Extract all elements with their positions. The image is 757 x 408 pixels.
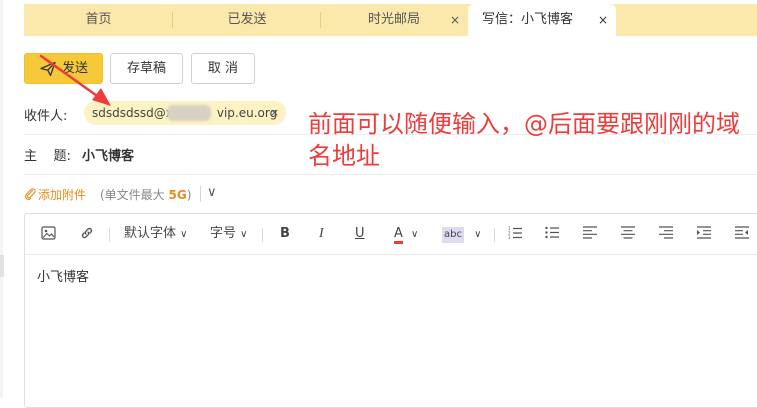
annotation-arrow <box>39 54 111 106</box>
